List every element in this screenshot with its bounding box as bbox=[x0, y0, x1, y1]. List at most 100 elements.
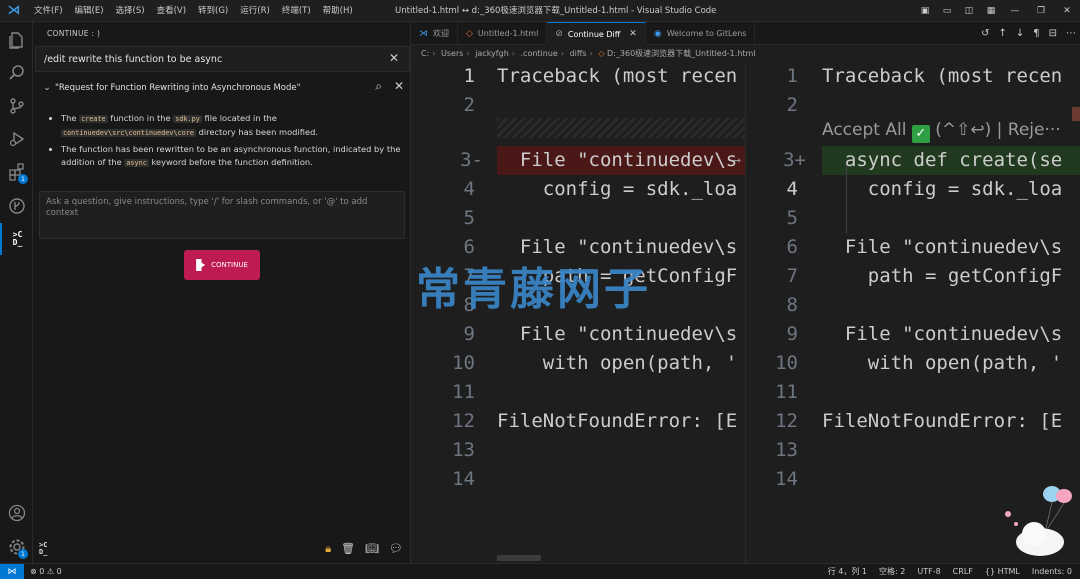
book-icon[interactable]: 📖︎ bbox=[365, 542, 379, 556]
reject-all-link[interactable]: (^⇧↩) | Reje··· bbox=[930, 120, 1060, 140]
arrow-up-icon[interactable]: ↑ bbox=[998, 28, 1006, 39]
close-icon[interactable]: ✕ bbox=[389, 51, 399, 65]
more-actions-icon[interactable]: ⋯ bbox=[1066, 28, 1076, 39]
menu-selection[interactable]: 选择(S) bbox=[110, 0, 151, 22]
tab-continue-diff[interactable]: ⊘ Continue Diff ✕ bbox=[547, 22, 646, 45]
code-line: 1 Traceback (most recen bbox=[786, 65, 1063, 87]
command-input[interactable]: /edit rewrite this function to be async … bbox=[35, 46, 410, 72]
close-icon[interactable]: ✕ bbox=[394, 79, 404, 94]
list-item: The function has been rewritten to be an… bbox=[61, 143, 401, 170]
menu-terminal[interactable]: 终端(T) bbox=[276, 0, 317, 22]
pilcrow-icon[interactable]: ¶ bbox=[1033, 28, 1039, 39]
arrow-down-icon[interactable]: ↓ bbox=[1016, 28, 1024, 39]
file-icon: ◇ bbox=[466, 28, 473, 39]
code-line: 11 bbox=[775, 381, 798, 403]
layout-panel-icon[interactable]: ▭ bbox=[936, 6, 958, 16]
lock-icon[interactable]: 🔒︎ bbox=[325, 542, 331, 556]
continue-icon[interactable]: >C D_ bbox=[0, 223, 33, 255]
code-line: 10 with open(path, ' bbox=[452, 352, 738, 374]
indentation-indicator[interactable]: 空格: 2 bbox=[879, 564, 905, 579]
problems-indicator[interactable]: ⊗ 0 ⚠ 0 bbox=[30, 567, 62, 576]
tab-gitlens[interactable]: ◉ Welcome to GitLens bbox=[646, 22, 756, 45]
account-icon[interactable] bbox=[0, 497, 33, 529]
tab-welcome[interactable]: ⋊ 欢迎 bbox=[411, 22, 458, 45]
horizontal-scrollbar[interactable] bbox=[497, 555, 541, 561]
indents-indicator[interactable]: Indents: 0 bbox=[1032, 564, 1072, 579]
vscode-logo-icon: ⋊ bbox=[7, 3, 21, 18]
code-line: 9 File "continuedev\s bbox=[463, 323, 738, 345]
settings-badge: 1 bbox=[18, 549, 28, 559]
breadcrumb-item[interactable]: jackyfgh bbox=[475, 49, 509, 58]
menu-edit[interactable]: 编辑(E) bbox=[69, 0, 110, 22]
code-line: 13 bbox=[452, 439, 475, 461]
code-line: 5 bbox=[463, 207, 475, 229]
cursor-position[interactable]: 行 4，列 1 bbox=[828, 564, 867, 579]
continue-sidebar: CONTINUE : ) /edit rewrite this function… bbox=[33, 22, 411, 563]
search-icon[interactable]: ⌕ bbox=[375, 79, 382, 94]
breadcrumb-item[interactable]: D:_360极速浏览器下载_Untitled-1.html bbox=[607, 49, 756, 58]
code-line: 3+ async def create(se bbox=[783, 149, 1063, 171]
menu-run[interactable]: 运行(R) bbox=[234, 0, 276, 22]
remote-icon[interactable]: ⋈ bbox=[0, 563, 24, 579]
continue-button[interactable]: CONTINUE bbox=[184, 250, 260, 280]
menu-go[interactable]: 转到(G) bbox=[192, 0, 234, 22]
close-window-button[interactable]: ✕ bbox=[1054, 6, 1080, 16]
diff-placeholder-hatch bbox=[497, 118, 745, 138]
cartoon-sticker-image bbox=[1005, 486, 1072, 556]
code-line: 12 FileNotFoundError: [E bbox=[775, 410, 1063, 432]
source-control-icon[interactable] bbox=[0, 90, 33, 122]
accept-all-link[interactable]: Accept All bbox=[822, 120, 906, 140]
window-title: Untitled-1.html ↔ d:_360极速浏览器下载_Untitled… bbox=[395, 6, 717, 16]
activity-bar: 1 >C D_ 1 bbox=[0, 22, 33, 563]
breadcrumb-item[interactable]: diffs bbox=[570, 49, 587, 58]
editor-tabs: ⋊ 欢迎 ◇ Untitled-1.html ⊘ Continue Diff ✕ ◉ We… bbox=[411, 22, 1080, 45]
extensions-icon[interactable]: 1 bbox=[0, 156, 33, 188]
restore-button[interactable]: ❐ bbox=[1028, 6, 1054, 16]
language-mode[interactable]: {} HTML bbox=[985, 564, 1020, 579]
customize-layout-icon[interactable]: ▦ bbox=[980, 6, 1002, 16]
layout-secondary-icon[interactable]: ◫ bbox=[958, 6, 980, 16]
explorer-icon[interactable] bbox=[0, 24, 33, 56]
trash-icon[interactable]: 🗑︎ bbox=[341, 542, 355, 556]
response-section-header[interactable]: ⌄ "Request for Function Rewriting into A… bbox=[35, 76, 410, 100]
menu-help[interactable]: 帮助(H) bbox=[317, 0, 359, 22]
layout-sidebar-icon[interactable]: ▣ bbox=[914, 6, 936, 16]
breadcrumb: C: › Users › jackyfgh › .continue › diffs › ◇… bbox=[421, 49, 756, 58]
chevron-down-icon[interactable]: ⌄ bbox=[39, 83, 55, 93]
watermark-text: 常青藤网子 bbox=[416, 264, 651, 315]
revert-arrow-icon[interactable]: → bbox=[733, 146, 741, 175]
close-icon[interactable]: ✕ bbox=[629, 29, 637, 39]
sidebar-header: CONTINUE : ) bbox=[47, 29, 101, 38]
tab-untitled[interactable]: ◇ Untitled-1.html bbox=[458, 22, 548, 45]
minimize-button[interactable]: — bbox=[1002, 6, 1028, 16]
gitlens-icon[interactable] bbox=[0, 190, 33, 222]
search-icon[interactable] bbox=[0, 57, 33, 89]
code-line: 9 File "continuedev\s bbox=[786, 323, 1063, 345]
status-bar: ⋈ ⊗ 0 ⚠ 0 行 4，列 1 空格: 2 UTF-8 CRLF {} HT… bbox=[0, 563, 1080, 579]
eol-indicator[interactable]: CRLF bbox=[953, 564, 973, 579]
menu-view[interactable]: 查看(V) bbox=[151, 0, 192, 22]
breadcrumb-item[interactable]: Users bbox=[441, 49, 463, 58]
code-lens[interactable]: Accept All ✓ (^⇧↩) | Reje··· bbox=[822, 120, 1061, 143]
ask-input[interactable]: Ask a question, give instructions, type … bbox=[39, 191, 405, 239]
code-line: 14 bbox=[452, 468, 475, 490]
history-icon[interactable]: ↺ bbox=[981, 28, 989, 39]
editor-actions: ↺ ↑ ↓ ¶ ⊟ ⋯ bbox=[981, 22, 1076, 45]
breadcrumb-item[interactable]: .continue bbox=[521, 49, 558, 58]
code-line: 3- File "continuedev\s → bbox=[411, 146, 745, 175]
split-editor-icon[interactable]: ⊟ bbox=[1049, 28, 1057, 39]
response-title: "Request for Function Rewriting into Asy… bbox=[55, 83, 301, 93]
menu-file[interactable]: 文件(F) bbox=[28, 0, 69, 22]
breadcrumb-item[interactable]: C: bbox=[421, 49, 429, 58]
extensions-badge: 1 bbox=[18, 174, 28, 184]
code-line: 7 path = getConfigF bbox=[786, 265, 1063, 287]
settings-gear-icon[interactable]: 1 bbox=[0, 531, 33, 563]
code-line: 13 bbox=[775, 439, 798, 461]
code-line: 10 with open(path, ' bbox=[775, 352, 1063, 374]
chat-icon[interactable]: 💬︎ bbox=[389, 542, 403, 556]
encoding-indicator[interactable]: UTF-8 bbox=[917, 564, 940, 579]
code-line: 6 File "continuedev\s bbox=[786, 236, 1063, 258]
run-debug-icon[interactable] bbox=[0, 123, 33, 155]
response-list: The create function in the sdk.py file l… bbox=[61, 112, 401, 173]
code-line: 2 bbox=[786, 94, 798, 116]
